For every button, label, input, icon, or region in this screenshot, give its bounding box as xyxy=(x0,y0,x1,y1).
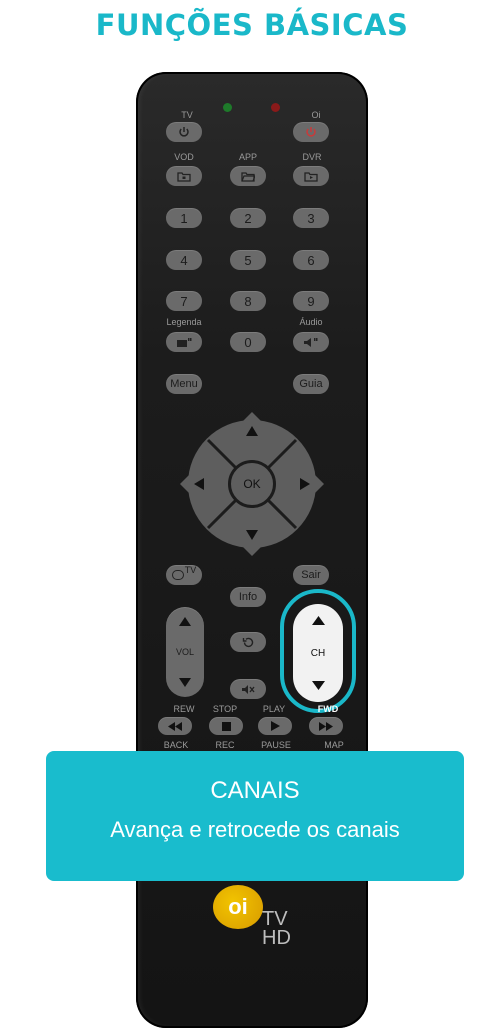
arrow-down-icon[interactable] xyxy=(179,678,191,687)
number-9-button[interactable]: 9 xyxy=(293,291,329,311)
number-2-button[interactable]: 2 xyxy=(230,208,266,228)
number-3-button[interactable]: 3 xyxy=(293,208,329,228)
stop-icon xyxy=(221,721,231,731)
label-map: MAP xyxy=(324,740,344,750)
folder-icon xyxy=(177,171,191,182)
tv-power-button[interactable] xyxy=(166,122,202,142)
led-green xyxy=(223,103,232,112)
mute-icon xyxy=(242,684,255,694)
dpad-right-button[interactable] xyxy=(290,469,320,499)
label-oi: Oi xyxy=(311,110,321,120)
tv-button-label: TV xyxy=(184,565,197,575)
audio-button[interactable] xyxy=(293,332,329,352)
label-stop: STOP xyxy=(212,704,238,714)
label-fwd: FWD xyxy=(317,704,339,714)
guia-button[interactable]: Guia xyxy=(293,374,329,394)
channel-highlight-ring xyxy=(280,589,356,713)
subtitle-icon xyxy=(177,337,192,347)
replay-button[interactable] xyxy=(230,632,266,652)
arrow-down-icon xyxy=(246,530,258,540)
brand-hd-text: HD xyxy=(262,927,291,949)
label-app: APP xyxy=(238,152,257,162)
label-pause: PAUSE xyxy=(261,740,291,750)
callout-box: CANAIS Avança e retrocede os canais xyxy=(46,751,464,881)
arrow-up-icon[interactable] xyxy=(179,617,191,626)
arrow-right-icon xyxy=(300,478,310,490)
fast-forward-icon xyxy=(319,721,333,731)
sair-button[interactable]: Sair xyxy=(293,565,329,585)
number-4-button[interactable]: 4 xyxy=(166,250,202,270)
page-title: FUNÇÕES BÁSICAS xyxy=(95,8,409,42)
play-icon xyxy=(270,721,280,731)
power-icon xyxy=(179,127,189,137)
folder-icon xyxy=(241,171,255,182)
rewind-button[interactable] xyxy=(158,717,192,735)
label-rec: REC xyxy=(215,740,235,750)
tv-button[interactable]: TV xyxy=(166,565,202,585)
label-back: BACK xyxy=(163,740,189,750)
label-audio: Áudio xyxy=(299,317,323,327)
callout-title: CANAIS xyxy=(210,777,300,804)
rewind-icon xyxy=(168,721,182,731)
oi-power-button[interactable] xyxy=(293,122,329,142)
callout-subtitle: Avança e retrocede os canais xyxy=(110,817,400,842)
play-button[interactable] xyxy=(258,717,292,735)
app-button[interactable] xyxy=(230,166,266,186)
label-play: PLAY xyxy=(262,704,286,714)
label-tv: TV xyxy=(181,110,193,120)
led-red xyxy=(271,103,280,112)
dpad-up-button[interactable] xyxy=(237,416,267,446)
oi-logo-text: oi xyxy=(228,894,248,919)
number-0-button[interactable]: 0 xyxy=(230,332,266,352)
power-icon xyxy=(306,127,316,137)
info-button[interactable]: Info xyxy=(230,587,266,607)
vod-button[interactable] xyxy=(166,166,202,186)
replay-icon xyxy=(242,637,253,647)
arrow-up-icon xyxy=(246,426,258,436)
number-8-button[interactable]: 8 xyxy=(230,291,266,311)
d-pad: OK xyxy=(178,410,326,558)
label-dvr: DVR xyxy=(302,152,322,162)
number-6-button[interactable]: 6 xyxy=(293,250,329,270)
oi-logo: oi xyxy=(213,885,263,929)
tv-icon xyxy=(171,570,184,580)
fast-forward-button[interactable] xyxy=(309,717,343,735)
label-vod: VOD xyxy=(174,152,194,162)
stop-button[interactable] xyxy=(209,717,243,735)
number-1-button[interactable]: 1 xyxy=(166,208,202,228)
arrow-left-icon xyxy=(194,478,204,490)
number-7-button[interactable]: 7 xyxy=(166,291,202,311)
ok-button[interactable]: OK xyxy=(228,460,276,508)
mute-button[interactable] xyxy=(230,679,266,699)
dpad-left-button[interactable] xyxy=(184,469,214,499)
dpad-down-button[interactable] xyxy=(237,520,267,550)
audio-icon xyxy=(304,337,318,347)
number-5-button[interactable]: 5 xyxy=(230,250,266,270)
dvr-button[interactable] xyxy=(293,166,329,186)
folder-icon xyxy=(304,171,318,182)
subtitle-button[interactable] xyxy=(166,332,202,352)
menu-button[interactable]: Menu xyxy=(166,374,202,394)
volume-label: VOL xyxy=(175,647,194,657)
label-legenda: Legenda xyxy=(166,317,202,327)
label-rew: REW xyxy=(173,704,195,714)
volume-rocker: VOL xyxy=(166,607,204,697)
